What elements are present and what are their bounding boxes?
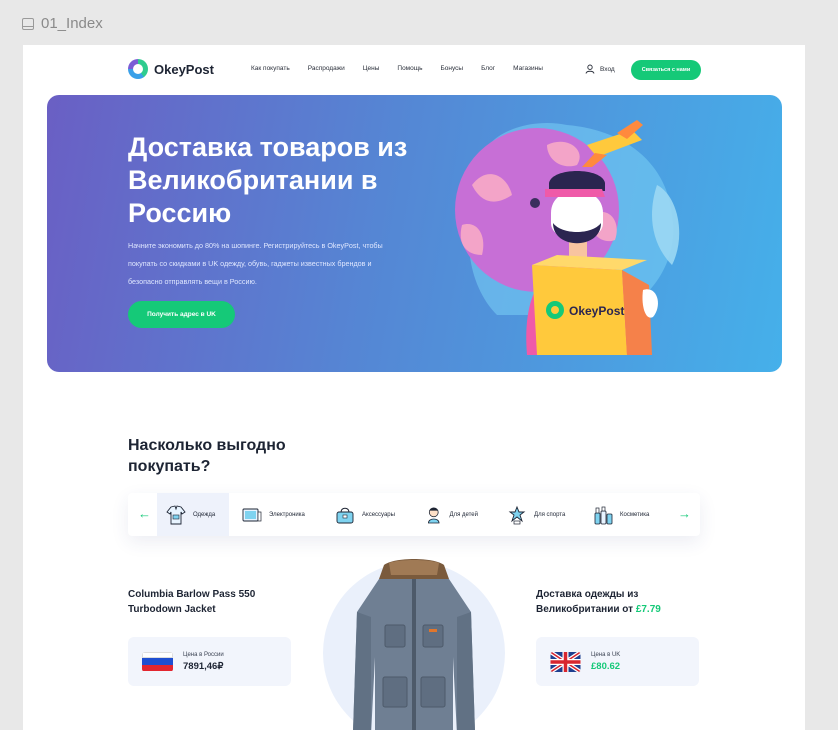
contact-us-button[interactable]: Связаться с нами — [631, 60, 701, 80]
clothes-icon — [166, 504, 186, 524]
menu-item-prices[interactable]: Цены — [363, 65, 380, 72]
get-uk-address-button[interactable]: Получить адрес в UK — [128, 301, 235, 328]
category-tab-electronics[interactable]: Электроника — [233, 493, 321, 536]
menu-item-how-to-buy[interactable]: Как покупать — [251, 65, 290, 72]
category-label: Аксессуары — [362, 511, 395, 518]
frame-title: 01_Index — [41, 15, 103, 32]
category-label: Одежда — [193, 511, 216, 518]
uk-price-card: Цена в UK £80.62 — [536, 637, 699, 686]
hero-banner: Доставка товаров из Великобритании в Рос… — [47, 95, 782, 372]
category-tab-kids[interactable]: Для детей — [416, 493, 486, 536]
sport-icon — [508, 505, 526, 524]
uk-price-value: £80.62 — [591, 660, 621, 672]
frame-icon — [22, 17, 34, 30]
savings-section-title: Насколько выгодно покупать? — [128, 437, 286, 475]
menu-item-help[interactable]: Помощь — [397, 65, 422, 72]
russia-price-value: 7891,46₽ — [183, 660, 224, 672]
login-label: Вход — [600, 65, 615, 73]
russia-price-card: Цена в России 7891,46₽ — [128, 637, 291, 686]
courier-illustration: OkeyPost — [455, 120, 680, 355]
hero-title: Доставка товаров из Великобритании в Рос… — [128, 132, 408, 228]
kids-icon — [428, 507, 440, 523]
uk-price-label: Цена в UK — [591, 651, 621, 658]
shipping-info: Доставка одежды из Великобритании от £7.… — [536, 587, 706, 617]
menu-item-blog[interactable]: Блог — [481, 65, 495, 72]
category-label: Электроника — [269, 511, 305, 518]
category-label: Для спорта — [534, 511, 566, 518]
category-tab-cosmetics[interactable]: Косметика — [584, 493, 664, 536]
category-label: Косметика — [620, 511, 650, 518]
user-icon — [585, 64, 595, 74]
main-menu: Как покупать Распродажи Цены Помощь Бону… — [251, 65, 561, 72]
menu-item-bonuses[interactable]: Бонусы — [441, 65, 464, 72]
brand-name: OkeyPost — [154, 61, 214, 77]
frame-label: 01_Index — [22, 15, 103, 32]
category-tab-clothes[interactable]: Одежда — [157, 493, 229, 536]
hero-description: Начните экономить до 80% на шопинге. Рег… — [128, 241, 383, 286]
russia-price-label: Цена в России — [183, 651, 224, 658]
cosmetics-icon — [594, 506, 613, 524]
landing-page: OkeyPost Как покупать Распродажи Цены По… — [23, 45, 805, 730]
login-link[interactable]: Вход — [585, 64, 615, 74]
carousel-next-arrow-icon[interactable]: → — [678, 507, 691, 521]
top-navigation: OkeyPost Как покупать Распродажи Цены По… — [23, 45, 805, 95]
carousel-prev-arrow-icon[interactable]: ← — [138, 507, 151, 521]
uk-flag-icon — [550, 651, 581, 672]
russia-flag-icon — [142, 651, 173, 672]
category-label: Для детей — [449, 511, 479, 518]
electronics-icon — [242, 508, 262, 521]
box-brand-label: OkeyPost — [569, 304, 624, 318]
category-carousel: ← Одежда Электроника Аксессуары Для дете… — [128, 493, 700, 536]
product-name: Columbia Barlow Pass 550 Turbodown Jacke… — [128, 589, 256, 615]
bag-icon — [336, 507, 354, 523]
shipping-text: Доставка одежды из Великобритании от — [536, 589, 639, 615]
brand-logo[interactable]: OkeyPost — [128, 59, 214, 79]
shipping-price: £7.79 — [635, 604, 661, 615]
category-tab-accessories[interactable]: Аксессуары — [326, 493, 406, 536]
menu-item-sales[interactable]: Распродажи — [308, 65, 345, 72]
menu-item-shops[interactable]: Магазины — [513, 65, 543, 72]
logo-mark-icon — [128, 59, 148, 79]
category-tab-sport[interactable]: Для спорта — [498, 493, 578, 536]
jacket-image — [353, 559, 475, 730]
